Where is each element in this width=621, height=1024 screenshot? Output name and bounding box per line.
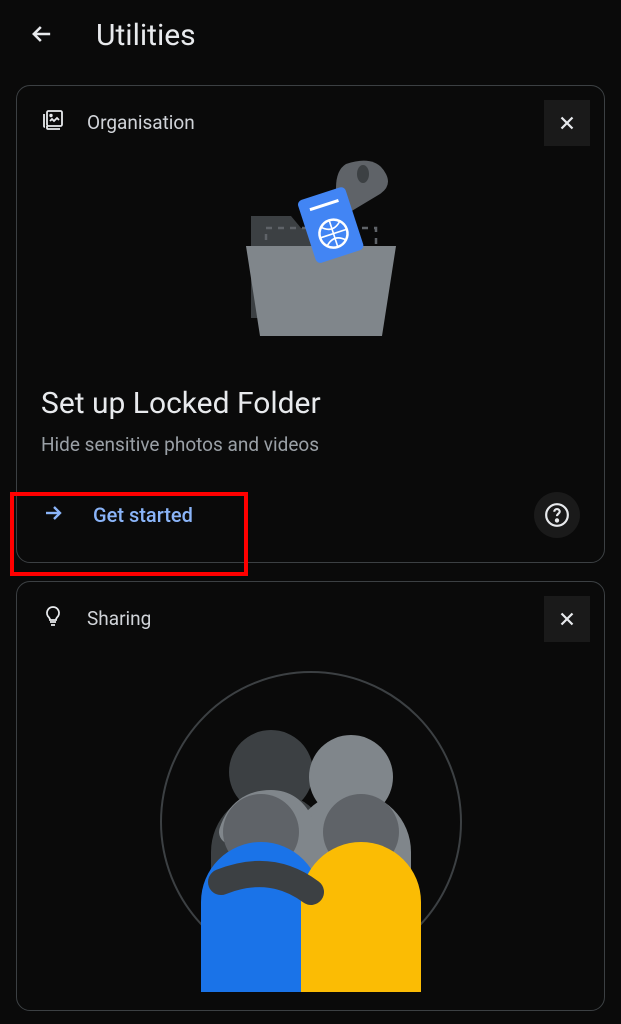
sharing-illustration xyxy=(141,652,481,992)
app-header: Utilities xyxy=(0,0,621,73)
close-button[interactable] xyxy=(544,596,590,642)
section-label: Organisation xyxy=(87,111,195,134)
card-actions: Get started xyxy=(41,492,580,538)
card-title: Set up Locked Folder xyxy=(41,386,580,421)
sharing-card: Sharing xyxy=(16,581,605,1011)
get-started-label: Get started xyxy=(93,503,193,527)
close-button[interactable] xyxy=(544,100,590,146)
photo-stack-icon xyxy=(41,108,65,136)
lightbulb-icon xyxy=(41,604,65,632)
section-label: Sharing xyxy=(87,607,151,630)
get-started-button[interactable]: Get started xyxy=(41,501,193,530)
arrow-right-icon xyxy=(41,501,65,530)
organisation-card: Organisation Set up Locked Folder Hide s… xyxy=(16,85,605,563)
back-arrow-icon[interactable] xyxy=(28,20,56,52)
help-button[interactable] xyxy=(534,492,580,538)
card-header: Sharing xyxy=(41,604,580,632)
page-title: Utilities xyxy=(96,18,196,53)
card-header: Organisation xyxy=(41,108,580,136)
locked-folder-illustration xyxy=(196,156,426,356)
card-subtitle: Hide sensitive photos and videos xyxy=(41,433,580,456)
